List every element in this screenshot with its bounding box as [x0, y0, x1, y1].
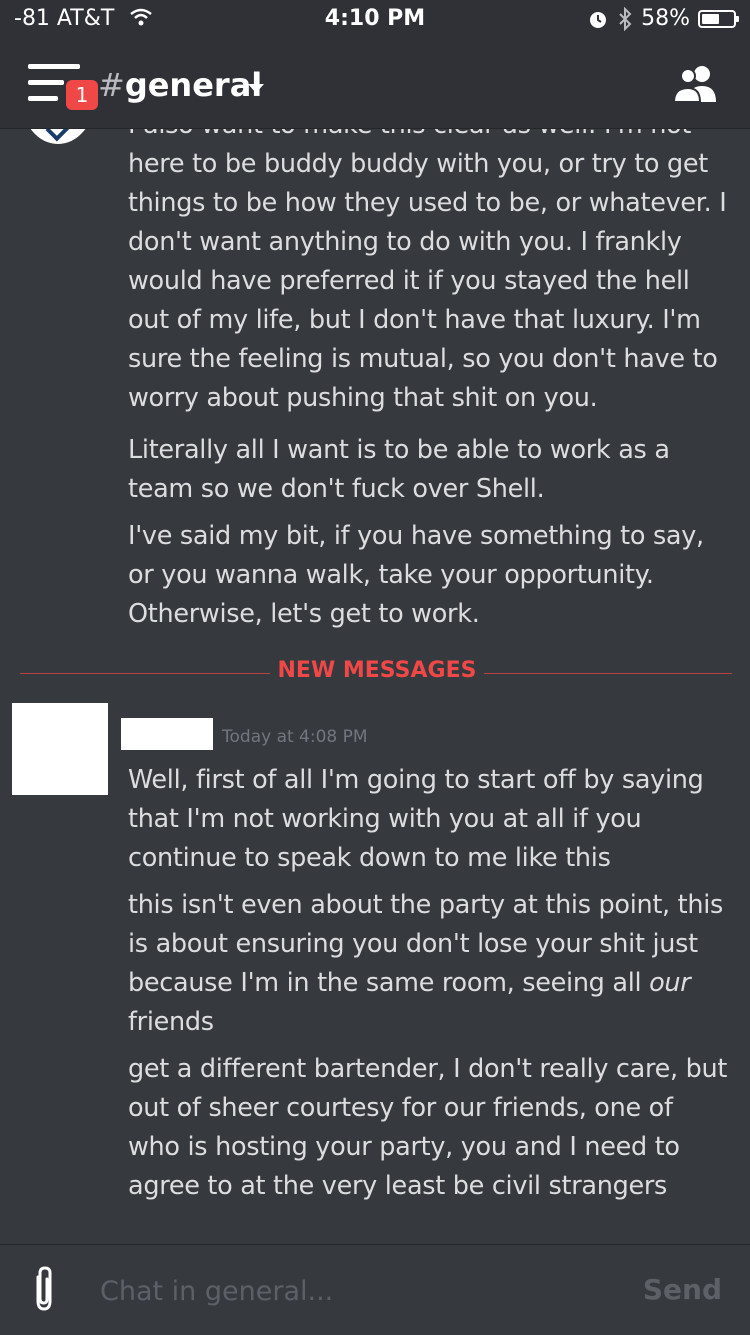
status-right: 58% — [587, 6, 739, 31]
message-text: I also want to make this clear as well: … — [128, 128, 727, 413]
message-text: Literally all I want is to be able to wo… — [128, 435, 670, 504]
username-redacted[interactable] — [121, 718, 213, 750]
send-button[interactable]: Send — [643, 1273, 722, 1306]
channel-hash: # — [98, 66, 125, 104]
channel-title[interactable]: #general — [98, 66, 262, 104]
emphasis-text: our — [649, 968, 691, 998]
unread-badge: 1 — [66, 80, 98, 110]
battery-fill — [702, 13, 720, 24]
message-text: I've said my bit, if you have something … — [128, 521, 704, 629]
channel-nav: 1 #general — [0, 44, 750, 128]
message-text: Well, first of all I'm going to start of… — [128, 765, 704, 873]
message-text: this isn't even about the party at this … — [128, 886, 728, 1042]
members-icon[interactable] — [670, 64, 722, 104]
message-timestamp: Today at 4:08 PM — [222, 727, 368, 747]
app-header: -81 AT&T 4:10 PM 58% 1 #general — [0, 0, 750, 129]
battery-percent: 58% — [641, 6, 690, 31]
new-messages-label: NEW MESSAGES — [270, 658, 484, 683]
avatar[interactable] — [22, 128, 94, 144]
composer-bar: Send — [0, 1244, 750, 1335]
attachment-icon[interactable] — [30, 1265, 58, 1313]
chevron-down-icon[interactable] — [248, 84, 264, 93]
message-text-part: friends — [128, 1007, 214, 1037]
alarm-icon — [590, 11, 607, 28]
channel-name: general — [124, 66, 263, 104]
bluetooth-icon — [619, 6, 632, 31]
battery-icon — [698, 9, 739, 28]
avatar[interactable] — [12, 703, 108, 795]
message-text: get a different bartender, I don't reall… — [128, 1054, 728, 1201]
message-text-part: this isn't even about the party at this … — [128, 890, 723, 998]
message-list[interactable]: I also want to make this clear as well: … — [0, 128, 750, 1244]
message-input[interactable] — [100, 1269, 620, 1313]
avatar-mark — [45, 128, 73, 142]
status-bar: -81 AT&T 4:10 PM 58% — [0, 0, 750, 40]
